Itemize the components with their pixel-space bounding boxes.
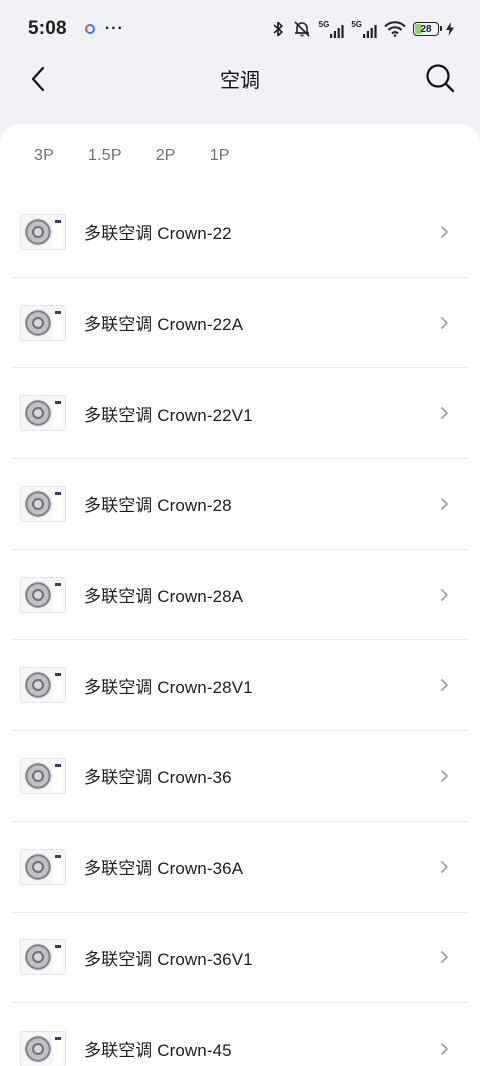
signal-bars-icon (330, 24, 344, 38)
mute-bell-icon (294, 21, 310, 37)
chevron-right-icon (441, 1042, 448, 1055)
list-item[interactable]: 多联空调 Crown-36 (12, 731, 468, 822)
product-thumbnail (20, 848, 66, 885)
signal-1: 5G (318, 19, 345, 38)
product-name: 多联空调 Crown-45 (84, 1041, 232, 1061)
product-name: 多联空调 Crown-28V1 (84, 677, 253, 697)
product-thumbnail (20, 939, 66, 976)
product-thumbnail (20, 757, 66, 794)
product-thumbnail (20, 1030, 66, 1066)
product-thumbnail (20, 304, 66, 341)
search-button[interactable] (424, 62, 456, 94)
tab-2p[interactable]: 2P (156, 147, 176, 165)
product-thumbnail (20, 576, 66, 613)
nav-header: 空调 (0, 52, 480, 104)
charging-icon (446, 22, 454, 36)
list-item[interactable]: 多联空调 Crown-22A (12, 278, 468, 369)
status-time: 5:08 (28, 18, 67, 39)
tab-1p[interactable]: 1P (210, 147, 230, 165)
chevron-right-icon (441, 951, 448, 964)
chevron-left-icon (31, 66, 45, 92)
content-card: 3P 1.5P 2P 1P 多联空调 Crown-22 多联空调 Crown-2… (0, 124, 480, 1066)
capacity-tabs: 3P 1.5P 2P 1P (0, 124, 480, 188)
back-button[interactable] (24, 64, 54, 94)
network-type-1: 5G (318, 19, 330, 29)
bluetooth-icon (273, 21, 283, 37)
signal-2: 5G (351, 19, 377, 38)
wifi-icon (384, 21, 406, 37)
product-name: 多联空调 Crown-22 (84, 224, 232, 244)
battery-level: 28 (420, 23, 432, 35)
battery-icon: 28 (413, 22, 442, 36)
page-title: 空调 (220, 69, 260, 92)
list-item[interactable]: 多联空调 Crown-28A (12, 550, 468, 641)
signal-bars-icon (363, 24, 377, 38)
product-thumbnail (20, 667, 66, 704)
product-name: 多联空调 Crown-22V1 (84, 405, 253, 425)
product-thumbnail (20, 213, 66, 250)
chevron-right-icon (441, 860, 448, 873)
product-thumbnail (20, 395, 66, 432)
chevron-right-icon (441, 679, 448, 692)
list-item[interactable]: 多联空调 Crown-22 (12, 187, 468, 278)
product-name: 多联空调 Crown-28A (84, 587, 244, 607)
product-name: 多联空调 Crown-36A (84, 859, 244, 879)
list-item[interactable]: 多联空调 Crown-22V1 (12, 368, 468, 460)
chevron-right-icon (441, 770, 448, 782)
tab-1-5p[interactable]: 1.5P (88, 147, 122, 165)
product-name: 多联空调 Crown-28 (84, 496, 232, 516)
product-name: 多联空调 Crown-36V1 (84, 949, 253, 969)
chevron-right-icon (441, 407, 448, 420)
chevron-right-icon (441, 316, 448, 329)
list-item[interactable]: 多联空调 Crown-36A (12, 822, 468, 913)
list-item[interactable]: 多联空调 Crown-28V1 (12, 640, 468, 732)
product-thumbnail (20, 485, 66, 522)
list-item[interactable]: 多联空调 Crown-36V1 (12, 913, 468, 1004)
product-name: 多联空调 Crown-22A (84, 315, 244, 335)
chevron-right-icon (441, 498, 448, 510)
product-name: 多联空调 Crown-36 (84, 768, 232, 788)
list-item[interactable]: 多联空调 Crown-45 (12, 1003, 468, 1066)
network-type-2: 5G (351, 19, 362, 29)
status-icons: 5G 5G 28 (271, 20, 454, 38)
search-icon (426, 64, 455, 93)
tab-3p[interactable]: 3P (34, 147, 54, 165)
status-bar: 5:08 ··· 5G 5G 28 (0, 0, 480, 58)
chevron-right-icon (441, 226, 448, 238)
more-notifications-icon: ··· (104, 20, 124, 37)
app-notification-icon (84, 24, 95, 34)
product-list: 多联空调 Crown-22 多联空调 Crown-22A 多联空调 Crown-… (0, 187, 480, 1066)
chevron-right-icon (441, 588, 448, 601)
list-item[interactable]: 多联空调 Crown-28 (12, 459, 468, 550)
